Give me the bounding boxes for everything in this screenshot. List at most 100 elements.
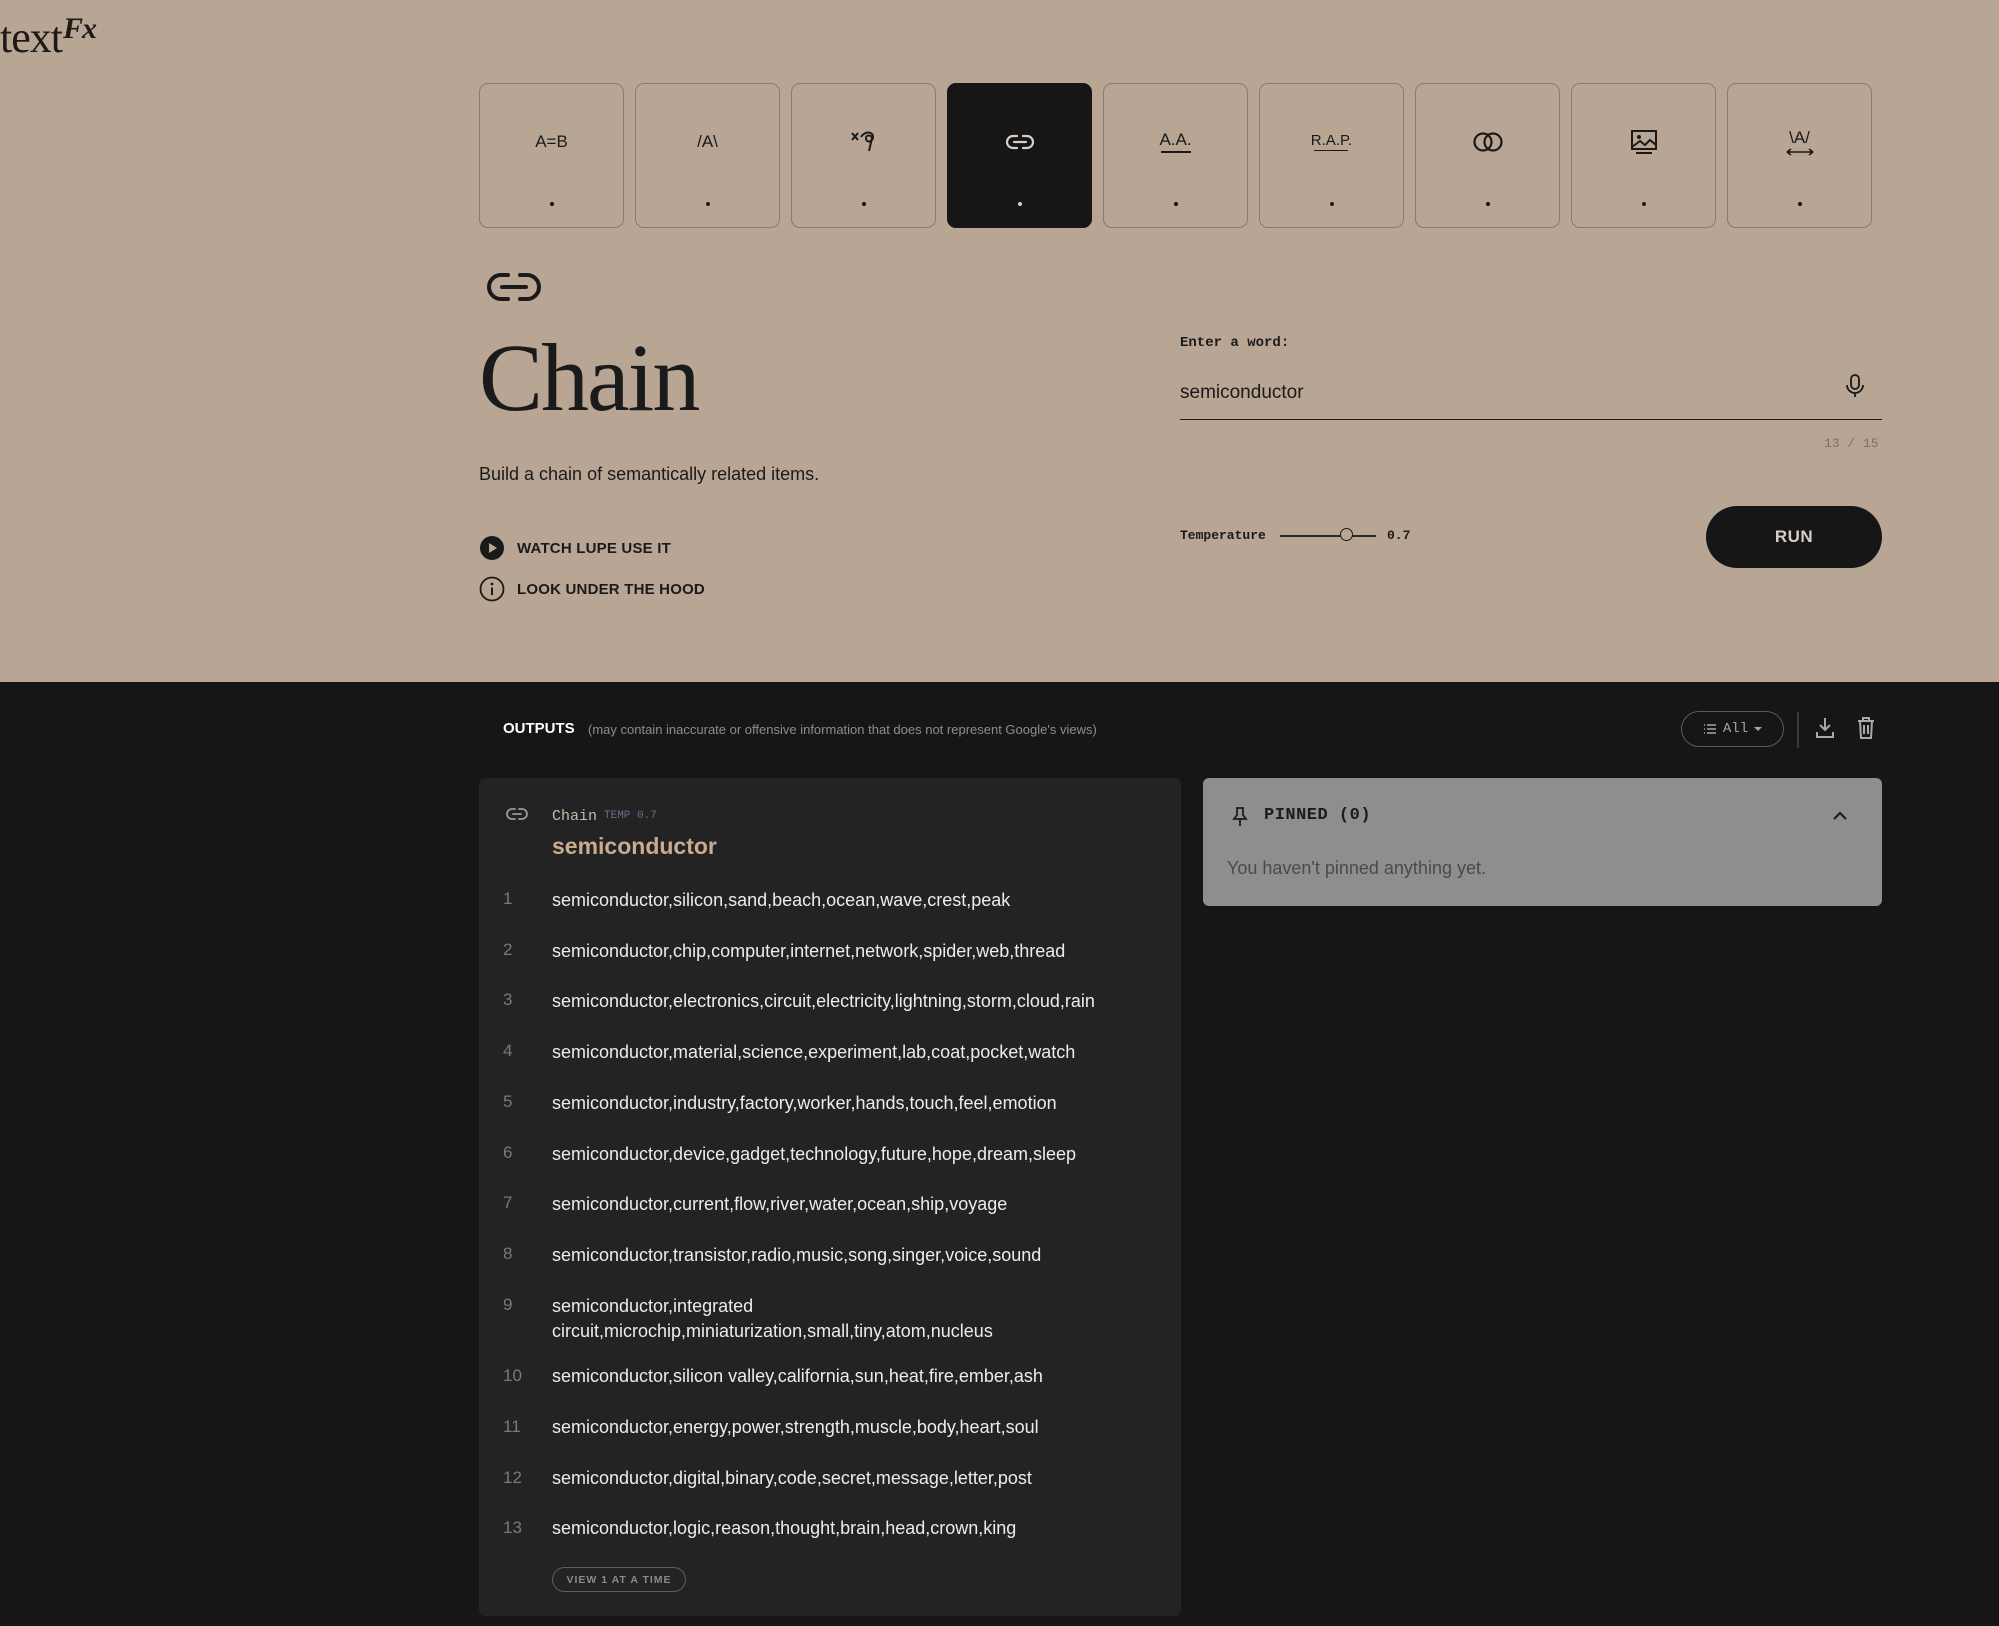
tool-acronym[interactable]: A.A. <box>1103 83 1248 228</box>
result-text[interactable]: semiconductor,energy,power,strength,musc… <box>552 1415 1152 1440</box>
result-text[interactable]: semiconductor,current,flow,river,water,o… <box>552 1192 1152 1217</box>
filter-dropdown[interactable]: All <box>1681 711 1784 747</box>
tool-scene[interactable] <box>1571 83 1716 228</box>
temperature-label: Temperature <box>1180 528 1266 543</box>
underline-decoration <box>1314 149 1349 152</box>
tool-chain[interactable] <box>947 83 1092 228</box>
microphone-icon[interactable] <box>1844 373 1866 404</box>
run-button[interactable]: RUN <box>1706 506 1882 568</box>
rap-label: R.A.P. <box>1310 131 1353 149</box>
slider-handle[interactable] <box>1340 528 1354 541</box>
tool-rap[interactable]: R.A.P. <box>1259 83 1404 228</box>
output-input-word: semiconductor <box>552 833 717 859</box>
chain-icon <box>1005 127 1035 157</box>
result-number: 12 <box>503 1468 522 1487</box>
under-the-hood-label: LOOK UNDER THE HOOD <box>517 580 705 598</box>
input-label: Enter a word: <box>1180 335 1290 351</box>
pinned-empty-message: You haven't pinned anything yet. <box>1227 858 1486 878</box>
result-text[interactable]: semiconductor,industry,factory,worker,ha… <box>552 1091 1152 1116</box>
unfold-icon: \A/ <box>1785 127 1815 157</box>
trash-icon[interactable] <box>1856 716 1876 745</box>
result-text[interactable]: semiconductor,digital,binary,code,secret… <box>552 1466 1152 1491</box>
simile-icon: A=B <box>535 131 568 151</box>
slider-track <box>1280 535 1376 537</box>
fuse-icon <box>1471 127 1505 157</box>
tool-simile[interactable]: A=B <box>479 83 624 228</box>
toolbar-divider <box>1797 712 1799 748</box>
result-text[interactable]: semiconductor,silicon valley,california,… <box>552 1364 1152 1389</box>
rap-icon: R.A.P. <box>1311 127 1352 157</box>
result-number: 7 <box>503 1193 513 1212</box>
tool-indicator-dot <box>1329 202 1334 206</box>
tool-indicator-dot <box>1641 202 1646 206</box>
under-the-hood-link[interactable]: LOOK UNDER THE HOOD <box>479 576 705 602</box>
pinned-panel <box>1203 778 1882 906</box>
double-arrow-icon <box>1786 147 1813 156</box>
chain-icon <box>505 806 529 827</box>
result-text[interactable]: semiconductor,logic,reason,thought,brain… <box>552 1516 1152 1541</box>
view-one-at-a-time-button[interactable]: VIEW 1 AT A TIME <box>552 1567 686 1592</box>
unfold-label: \A/ <box>1789 127 1810 147</box>
tool-indicator-dot <box>1485 202 1490 206</box>
result-number: 8 <box>503 1244 513 1263</box>
result-text[interactable]: semiconductor,transistor,radio,music,son… <box>552 1243 1152 1268</box>
outputs-heading: OUTPUTS <box>503 720 575 737</box>
word-input[interactable] <box>1180 366 1882 420</box>
output-tool-name: Chain <box>552 808 598 825</box>
outputs-disclaimer: (may contain inaccurate or offensive inf… <box>588 722 1097 737</box>
page-title: Chain <box>479 324 700 431</box>
result-text[interactable]: semiconductor,chip,computer,internet,net… <box>552 939 1152 964</box>
pinned-title: PINNED (0) <box>1264 806 1372 825</box>
result-number: 3 <box>503 990 513 1009</box>
result-text[interactable]: semiconductor,electronics,circuit,electr… <box>552 989 1152 1014</box>
result-number: 6 <box>503 1143 513 1162</box>
tool-unexpect[interactable] <box>791 83 936 228</box>
result-number: 5 <box>503 1092 513 1111</box>
app-logo[interactable]: textFx <box>0 12 97 63</box>
play-icon <box>480 536 504 560</box>
explode-icon: /A\ <box>697 131 718 151</box>
filter-label: All <box>1722 721 1749 737</box>
scene-icon <box>1630 127 1658 157</box>
chevron-up-icon[interactable] <box>1832 808 1848 829</box>
logo-text: text <box>0 13 63 62</box>
result-text[interactable]: semiconductor,silicon,sand,beach,ocean,w… <box>552 888 1152 913</box>
result-number: 11 <box>503 1417 521 1436</box>
result-number: 4 <box>503 1041 513 1060</box>
result-number: 13 <box>503 1518 522 1537</box>
output-temperature: TEMP 0.7 <box>604 810 657 822</box>
result-number: 10 <box>503 1366 522 1385</box>
tool-indicator-dot <box>1797 202 1802 206</box>
pin-icon <box>1232 806 1248 833</box>
logo-mark: Fx <box>62 12 97 45</box>
result-number: 9 <box>503 1295 513 1314</box>
tool-fuse[interactable] <box>1415 83 1560 228</box>
result-number: 2 <box>503 940 513 959</box>
watch-video-label: WATCH LUPE USE IT <box>517 539 671 557</box>
underline-decoration <box>1160 151 1191 153</box>
tool-indicator-dot <box>705 202 710 206</box>
info-icon <box>479 576 505 602</box>
character-counter: 13 / 15 <box>1824 436 1879 451</box>
tool-description: Build a chain of semantically related it… <box>479 464 820 484</box>
temperature-slider[interactable] <box>1280 527 1376 543</box>
unexpect-icon <box>849 127 879 157</box>
result-text[interactable]: semiconductor,device,gadget,technology,f… <box>552 1142 1152 1167</box>
tool-selector: A=B /A\ A.A. R.A.P. \A/ <box>479 83 1872 228</box>
tool-explode[interactable]: /A\ <box>635 83 780 228</box>
acronym-label: A.A. <box>1159 130 1192 150</box>
tool-indicator-dot <box>861 202 866 206</box>
tool-indicator-dot <box>1173 202 1178 206</box>
watch-video-link[interactable]: WATCH LUPE USE IT <box>479 535 671 561</box>
download-icon[interactable] <box>1814 716 1836 745</box>
acronym-icon: A.A. <box>1159 127 1192 157</box>
tool-indicator-dot <box>1017 202 1022 206</box>
result-text[interactable]: semiconductor,integrated circuit,microch… <box>552 1294 1072 1344</box>
result-text[interactable]: semiconductor,material,science,experimen… <box>552 1040 1152 1065</box>
list-icon <box>1703 724 1716 734</box>
result-number: 1 <box>503 889 513 908</box>
tool-unfold[interactable]: \A/ <box>1727 83 1872 228</box>
chain-icon <box>486 270 542 309</box>
caret-down-icon <box>1754 727 1763 731</box>
tool-indicator-dot <box>549 202 554 206</box>
